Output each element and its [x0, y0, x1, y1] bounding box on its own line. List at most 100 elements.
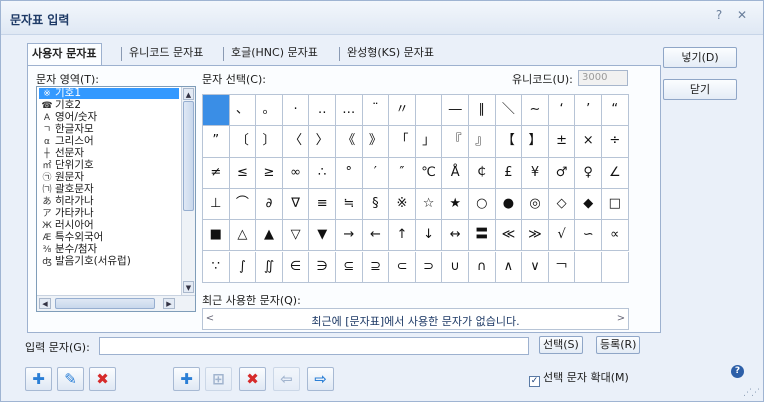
area-list-item[interactable]: Ж 러시아어 [39, 220, 179, 232]
char-cell[interactable]: ¨ [362, 95, 390, 127]
area-list-item[interactable]: Æ 특수외국어 [39, 232, 179, 244]
char-cell[interactable]: ° [336, 157, 363, 189]
char-cell[interactable]: ∂ [256, 188, 283, 221]
enlarge-checkbox-row[interactable]: ✓ 선택 문자 확대(M) [529, 369, 629, 387]
edit-group-button[interactable]: ✎ [57, 367, 84, 391]
char-cell[interactable]: ⊇ [362, 251, 390, 283]
char-cell[interactable]: · [282, 95, 310, 127]
char-cell[interactable]: ≪ [495, 220, 523, 252]
char-cell[interactable]: 【 [495, 126, 523, 158]
char-cell[interactable]: 〃 [389, 95, 416, 127]
char-cell[interactable]: ≠ [203, 157, 230, 189]
area-list-item[interactable]: ㈀ 괄호문자 [39, 184, 179, 196]
char-cell[interactable]: ■ [203, 220, 230, 252]
horizontal-scroll-thumb[interactable] [55, 298, 155, 309]
char-cell[interactable]: ’ [575, 95, 602, 127]
chevron-left-icon[interactable]: < [204, 311, 216, 327]
scroll-right-icon[interactable]: ▶ [163, 298, 175, 309]
char-cell[interactable]: ▽ [282, 220, 310, 252]
char-cell[interactable]: ▼ [309, 220, 336, 252]
char-cell[interactable]: √ [548, 220, 576, 252]
char-cell[interactable]: ○ [469, 188, 496, 221]
char-cell[interactable]: ⊥ [203, 188, 230, 221]
char-cell[interactable]: ＼ [495, 95, 523, 127]
area-list-item[interactable]: あ 히라가나 [39, 196, 179, 208]
char-cell[interactable]: ⊃ [415, 251, 443, 283]
char-cell[interactable]: ◆ [575, 188, 602, 221]
char-cell[interactable]: ◎ [522, 188, 549, 221]
tab-ks-charmap[interactable]: 완성형(KS) 문자표 [343, 43, 438, 65]
area-list-item[interactable]: ㄱ 한글자모 [39, 124, 179, 136]
char-cell[interactable]: ≫ [522, 220, 549, 252]
area-list-item[interactable]: ʤ 발음기호(서유럽) [39, 256, 179, 268]
char-cell[interactable]: 「 [389, 126, 416, 158]
char-cell[interactable]: ∫ [229, 251, 257, 283]
char-cell[interactable]: ◇ [548, 188, 576, 221]
char-cell[interactable]: ￢ [548, 251, 576, 283]
char-cell[interactable]: ¥ [522, 157, 549, 189]
area-list-item[interactable]: ⅜ 분수/첨자 [39, 244, 179, 256]
resize-grip-icon[interactable]: ⋰⋰ [743, 388, 760, 398]
char-cell[interactable]: ‘ [548, 95, 576, 127]
scroll-up-icon[interactable]: ▲ [183, 88, 194, 100]
area-list-item[interactable]: ※ 기호1 [39, 88, 179, 99]
char-cell[interactable]: ← [362, 220, 390, 252]
char-cell[interactable]: ∥ [469, 95, 496, 127]
char-cell[interactable]: ￠ [469, 157, 496, 189]
char-cell[interactable]: 『 [442, 126, 469, 158]
char-cell[interactable] [602, 251, 629, 283]
char-cell[interactable]: ↓ [415, 220, 443, 252]
char-cell[interactable]: ≤ [229, 157, 257, 189]
delete-group-button[interactable]: ✖ [89, 367, 116, 391]
char-cell[interactable]: ” [203, 126, 230, 158]
delete-char-button[interactable]: ✖ [239, 367, 266, 391]
char-cell[interactable]: ※ [389, 188, 416, 221]
help-icon[interactable]: ? [711, 8, 727, 22]
char-cell[interactable]: 〉 [309, 126, 336, 158]
char-cell[interactable]: ∞ [282, 157, 310, 189]
char-cell[interactable]: 」 [415, 126, 443, 158]
char-cell[interactable]: 』 [469, 126, 496, 158]
char-cell[interactable]: △ [229, 220, 257, 252]
unicode-input[interactable]: 3000 [578, 70, 628, 86]
char-cell[interactable]: ⊆ [336, 251, 363, 283]
char-cell[interactable]: × [575, 126, 602, 158]
char-cell[interactable]: ″ [389, 157, 416, 189]
char-cell[interactable]: ­ [415, 95, 443, 127]
char-cell[interactable]: ≡ [309, 188, 336, 221]
char-cell[interactable]: ÷ [602, 126, 629, 158]
char-cell[interactable]: £ [495, 157, 523, 189]
char-cell[interactable]: ∋ [309, 251, 336, 283]
char-cell[interactable]: ∝ [602, 220, 629, 252]
select-button[interactable]: 선택(S) [539, 336, 583, 354]
vertical-scroll-thumb[interactable] [183, 101, 194, 211]
char-cell[interactable]: ∈ [282, 251, 310, 283]
insert-char-button[interactable]: ⊞ [205, 367, 232, 391]
char-cell[interactable]: ↑ [389, 220, 416, 252]
tab-hnc-charmap[interactable]: 호글(HNC) 문자표 [227, 43, 322, 65]
char-cell[interactable]: ∪ [442, 251, 469, 283]
area-list-item[interactable]: ㉠ 원문자 [39, 172, 179, 184]
char-cell[interactable]: ∩ [469, 251, 496, 283]
char-cell[interactable]: ∵ [203, 251, 230, 283]
char-cell[interactable] [575, 251, 602, 283]
char-cell[interactable]: … [336, 95, 363, 127]
move-left-button[interactable]: ⇦ [273, 367, 300, 391]
add-char-button[interactable]: ✚ [173, 367, 200, 391]
vertical-scrollbar[interactable]: ▲ ▼ [181, 87, 195, 295]
char-cell[interactable]: 】 [522, 126, 549, 158]
recent-chars-box[interactable]: < 최근에 [문자표]에서 사용한 문자가 없습니다. > [202, 308, 629, 330]
tab-unicode-charmap[interactable]: 유니코드 문자표 [125, 43, 207, 65]
scroll-down-icon[interactable]: ▼ [183, 281, 194, 293]
add-group-button[interactable]: ✚ [25, 367, 52, 391]
char-cell[interactable]: ♀ [575, 157, 602, 189]
move-right-button[interactable]: ⇨ [307, 367, 334, 391]
char-cell[interactable]: ∴ [309, 157, 336, 189]
char-cell[interactable]: ± [548, 126, 576, 158]
scroll-left-icon[interactable]: ◀ [39, 298, 51, 309]
area-list-item[interactable]: ㎡ 단위기호 [39, 160, 179, 172]
char-cell[interactable]: ∇ [282, 188, 310, 221]
char-cell[interactable]: ☆ [415, 188, 443, 221]
char-cell[interactable]: ′ [362, 157, 390, 189]
char-cell[interactable]: ∬ [256, 251, 283, 283]
